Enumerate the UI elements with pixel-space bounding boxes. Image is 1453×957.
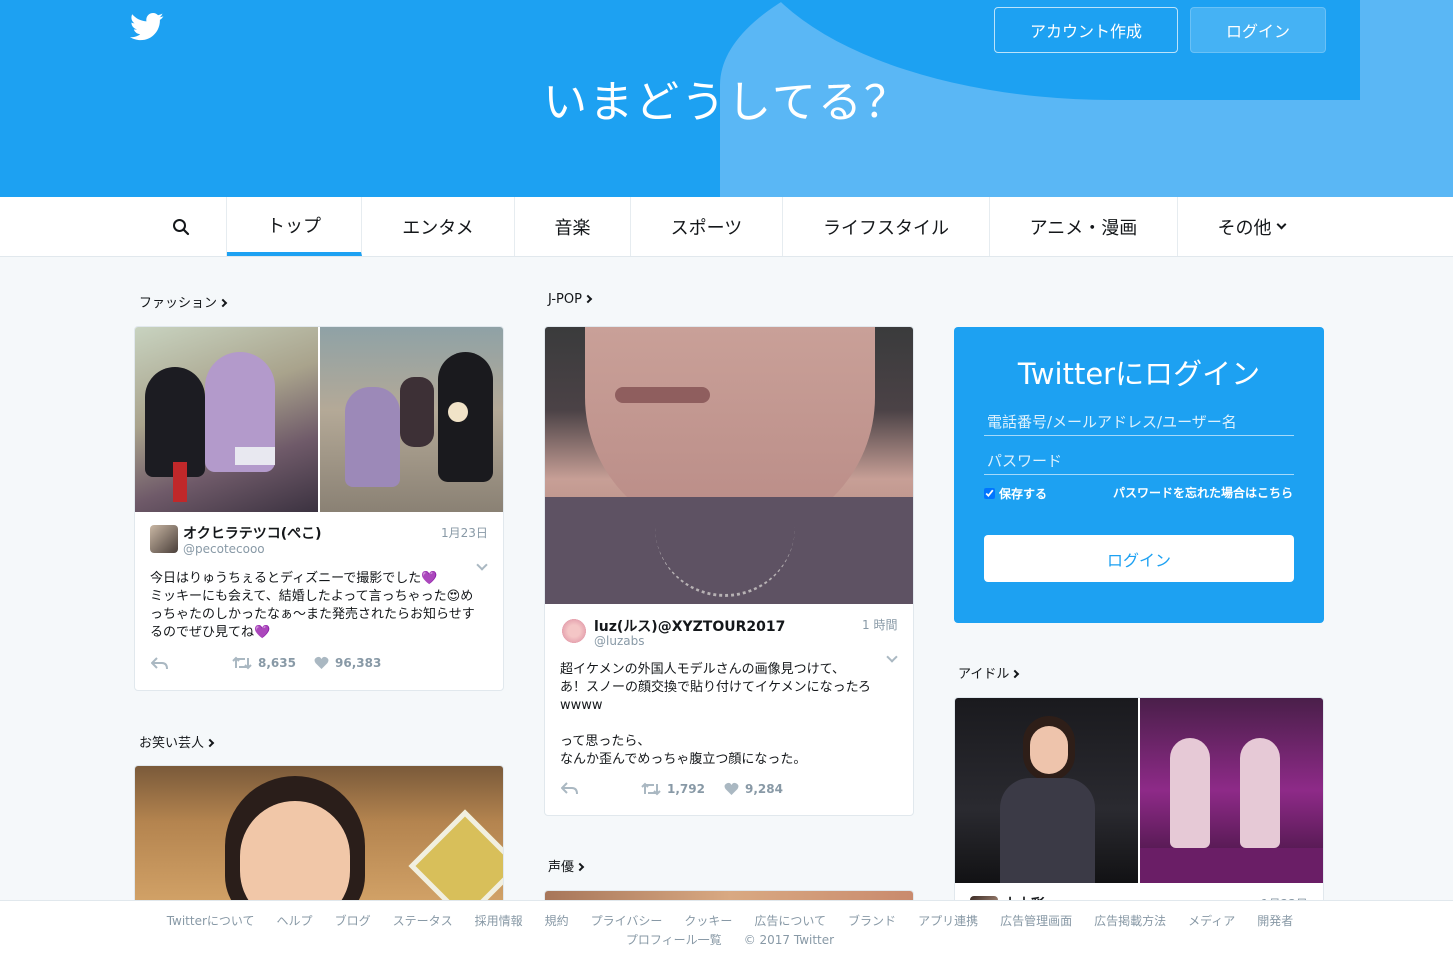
username-field[interactable] <box>984 408 1294 436</box>
tab-music[interactable]: 音楽 <box>515 197 631 256</box>
like-button[interactable]: 96,383 <box>314 656 381 670</box>
tweet-card-owarai[interactable] <box>134 765 504 905</box>
like-count: 9,284 <box>745 782 783 796</box>
section-title-idol[interactable]: アイドル <box>958 663 1020 682</box>
retweet-button[interactable]: 8,635 <box>232 656 296 670</box>
section-label: ファッション <box>139 296 218 311</box>
tweet-card-jpop[interactable]: luz(ルス)@XYZTOUR2017 @luzabs 1 時間 超イケメンの外… <box>544 326 914 816</box>
tab-entertainment[interactable]: エンタメ <box>362 197 515 256</box>
footer-link[interactable]: 広告掲載方法 <box>1094 913 1166 929</box>
login-box: Twitterにログイン 保存する パスワードを忘れた場合はこちら ログイン <box>954 327 1324 623</box>
twitter-bird-icon[interactable] <box>130 12 164 42</box>
footer-link[interactable]: 広告管理画面 <box>1000 913 1072 929</box>
section-label: J-POP <box>548 292 582 307</box>
tweet-text: 超イケメンの外国人モデルさんの画像見つけて、 あ！スノーの顔交換で貼り付けてイケ… <box>560 662 871 767</box>
tweet-photo[interactable] <box>320 327 503 512</box>
tweet-author-name[interactable]: luz(ルス)@XYZTOUR2017 <box>594 616 785 636</box>
hero-title: いまどうしてる？ <box>543 77 910 128</box>
tweet-author-handle[interactable]: @luzabs <box>594 634 644 648</box>
footer-link[interactable]: 規約 <box>545 913 569 929</box>
tweet-photo[interactable] <box>955 698 1138 883</box>
section-title-owarai[interactable]: お笑い芸人 <box>139 732 215 751</box>
avatar[interactable] <box>560 617 588 645</box>
tab-more[interactable]: その他 <box>1178 197 1324 256</box>
footer-link: © 2017 Twitter <box>743 933 835 947</box>
footer-link[interactable]: ステータス <box>393 913 453 929</box>
tweet-photo[interactable] <box>545 327 913 604</box>
remember-label: 保存する <box>999 487 1048 501</box>
reply-button[interactable] <box>151 657 168 670</box>
like-count: 96,383 <box>335 656 382 670</box>
remember-checkbox[interactable] <box>984 488 995 499</box>
chevron-right-icon <box>575 862 585 872</box>
footer-link[interactable]: ブログ <box>335 913 371 929</box>
section-label: アイドル <box>958 667 1010 682</box>
tweet-card-idol[interactable]: 小木彩 1月23日 <box>954 697 1324 912</box>
footer: Twitterについて ヘルプ ブログ ステータス 採用情報 規約 プライバシー クッキー 広告… <box>0 900 1453 957</box>
tweet-author-name[interactable]: オクヒラテツコ(ぺこ) <box>183 523 322 543</box>
forgot-password-link[interactable]: パスワードを忘れた場合はこちら <box>1113 484 1293 501</box>
footer-link[interactable]: 開発者 <box>1257 913 1293 929</box>
tweet-text: 今日はりゅうちぇるとディズニーで撮影でした💜 ミッキーにも会えて、結婚したよって… <box>150 571 475 640</box>
tweet-photo[interactable] <box>1140 698 1323 883</box>
login-title: Twitterにログイン <box>1017 357 1261 391</box>
section-label: 声優 <box>548 860 575 875</box>
footer-links: Twitterについて ヘルプ ブログ ステータス 採用情報 規約 プライバシー クッキー 広告… <box>160 913 1300 948</box>
footer-link[interactable]: プロフィール一覧 <box>626 932 722 948</box>
retweet-icon <box>232 656 252 670</box>
tweet-photo[interactable] <box>135 766 503 904</box>
retweet-icon <box>641 782 661 796</box>
tab-sports[interactable]: スポーツ <box>631 197 783 256</box>
footer-link[interactable]: プライバシー <box>591 913 663 929</box>
retweet-button[interactable]: 1,792 <box>641 782 705 796</box>
tab-lifestyle[interactable]: ライフスタイル <box>783 197 990 256</box>
section-title-seiyu[interactable]: 声優 <box>548 856 585 875</box>
tweet-author-handle[interactable]: @pecotecooo <box>183 542 265 556</box>
footer-link[interactable]: クッキー <box>684 913 732 929</box>
reply-button[interactable] <box>561 782 578 795</box>
header-login-button[interactable]: ログイン <box>1190 7 1326 53</box>
tweet-timestamp[interactable]: 1月23日 <box>441 524 488 541</box>
tab-anime-manga[interactable]: アニメ・漫画 <box>990 197 1178 256</box>
footer-link[interactable]: ブランド <box>848 913 896 929</box>
section-title-fashion[interactable]: ファッション <box>139 292 228 311</box>
chevron-right-icon <box>583 294 593 304</box>
search-icon <box>172 218 189 235</box>
hero-header: いまどうしてる？ アカウント作成 ログイン <box>0 0 1453 197</box>
login-button[interactable]: ログイン <box>984 535 1294 582</box>
signup-button[interactable]: アカウント作成 <box>994 7 1178 53</box>
footer-link[interactable]: アプリ連携 <box>918 913 978 929</box>
tab-more-label: その他 <box>1217 217 1272 239</box>
password-field[interactable] <box>984 447 1294 475</box>
chevron-right-icon <box>1011 669 1020 679</box>
chevron-right-icon <box>218 298 228 308</box>
tab-top[interactable]: トップ <box>227 197 362 256</box>
nav-search[interactable] <box>135 197 227 256</box>
chevron-down-icon[interactable] <box>476 559 488 571</box>
footer-link[interactable]: 採用情報 <box>475 913 523 929</box>
footer-link[interactable]: Twitterについて <box>167 913 255 929</box>
like-button[interactable]: 9,284 <box>724 782 783 796</box>
chevron-right-icon <box>205 738 215 748</box>
footer-link[interactable]: 広告について <box>754 913 826 929</box>
tweet-photo[interactable] <box>135 327 318 512</box>
heart-icon <box>314 656 329 669</box>
tweet-card-fashion[interactable]: オクヒラテツコ(ぺこ) @pecotecooo 1月23日 今日はりゅうちぇると… <box>134 326 504 691</box>
tweet-timestamp[interactable]: 1 時間 <box>862 616 897 633</box>
category-nav: トップ エンタメ 音楽 スポーツ ライフスタイル アニメ・漫画 その他 <box>0 197 1453 257</box>
reply-icon <box>561 782 578 795</box>
remember-me[interactable]: 保存する <box>984 485 1047 502</box>
reply-icon <box>151 657 168 670</box>
heart-icon <box>724 782 739 795</box>
footer-link[interactable]: メディア <box>1188 913 1235 929</box>
avatar[interactable] <box>150 525 178 553</box>
section-title-jpop[interactable]: J-POP <box>548 292 593 307</box>
retweet-count: 1,792 <box>667 782 705 796</box>
retweet-count: 8,635 <box>258 656 296 670</box>
section-label: お笑い芸人 <box>139 736 205 751</box>
chevron-down-icon <box>1276 219 1286 230</box>
footer-link[interactable]: ヘルプ <box>277 913 313 929</box>
